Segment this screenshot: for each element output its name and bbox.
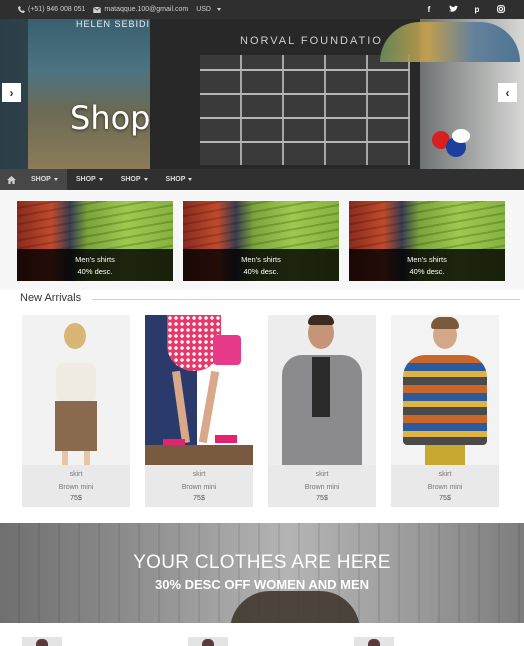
main-nav: SHOP SHOP SHOP SHOP <box>0 169 524 190</box>
nav-item-label: SHOP <box>31 176 51 183</box>
product-category: skirt <box>69 471 83 478</box>
product-category: skirt <box>315 471 329 478</box>
phone-number: (+51) 946 008 051 <box>28 6 86 13</box>
promo-card[interactable]: Men's shirts 40% desc. <box>183 201 339 281</box>
new-arrivals-title: New Arrivals <box>20 292 86 304</box>
twitter-icon[interactable] <box>448 4 458 14</box>
currency-label: USD <box>196 6 211 13</box>
product-price: 75$ <box>316 495 328 502</box>
product-category: skirt <box>192 471 206 478</box>
instagram-icon[interactable] <box>496 4 506 14</box>
envelope-icon <box>93 6 102 13</box>
promo-overlay <box>349 249 505 281</box>
nav-item-shop-3[interactable]: SHOP <box>112 169 157 190</box>
phone-icon <box>18 6 25 13</box>
product-card[interactable]: skirt Brown mini 75$ <box>22 315 130 507</box>
promo-cards: Men's shirts 40% desc. Men's shirts 40% … <box>0 190 524 290</box>
product-card[interactable]: skirt Brown mini 75$ <box>268 315 376 507</box>
section-divider <box>92 299 520 300</box>
promo-image <box>349 201 505 251</box>
promo-card[interactable]: Men's shirts 40% desc. <box>349 201 505 281</box>
hero-title: Shop <box>70 99 151 137</box>
product-price: 75$ <box>193 495 205 502</box>
phone-contact[interactable]: (+51) 946 008 051 <box>18 6 85 13</box>
promo-discount: 40% desc. <box>409 267 445 276</box>
product-image <box>391 315 499 465</box>
product-name: Brown mini <box>181 484 217 491</box>
promo-image <box>17 201 173 251</box>
hero-poster <box>28 19 150 169</box>
slider-prev-button[interactable]: ‹ <box>498 83 517 102</box>
product-name: Brown mini <box>427 484 463 491</box>
social-links: f p <box>424 4 506 14</box>
slider-next-button[interactable]: › <box>2 83 21 102</box>
promo-banner[interactable]: YOUR CLOTHES ARE HERE 30% DESC OFF WOMEN… <box>0 523 524 623</box>
nav-item-label: SHOP <box>165 176 186 183</box>
chevron-down-icon <box>188 178 193 181</box>
promo-discount: 40% desc. <box>243 267 279 276</box>
product-image <box>22 315 130 465</box>
chevron-right-icon: › <box>9 85 14 100</box>
top-bar: (+51) 946 008 051 mataqque.100@gmail.com… <box>0 0 524 19</box>
promo-overlay <box>17 249 173 281</box>
hero-store-shelf <box>200 55 410 165</box>
product-card[interactable]: skirt Brown mini 75$ <box>391 315 499 507</box>
promo-card[interactable]: Men's shirts 40% desc. <box>17 201 173 281</box>
hero-poster-text: HELEN SEBIDI <box>76 19 151 29</box>
promo-discount: 40% desc. <box>77 267 113 276</box>
promo-banner-subline: 30% DESC OFF WOMEN AND MEN <box>154 577 370 592</box>
nav-item-shop-4[interactable]: SHOP <box>157 169 202 190</box>
product-name: Brown mini <box>304 484 340 491</box>
promo-banner-image <box>230 591 360 623</box>
product-card[interactable]: skirt Brown mini 75$ <box>145 315 253 507</box>
nav-item-shop-1[interactable]: SHOP <box>22 169 67 190</box>
product-category: skirt <box>438 471 452 478</box>
product-price: 75$ <box>70 495 82 502</box>
nav-item-label: SHOP <box>120 176 141 183</box>
pinterest-icon[interactable]: p <box>472 4 482 14</box>
promo-title: Men's shirts <box>241 255 281 264</box>
product-thumbnail[interactable] <box>22 637 62 646</box>
chevron-down-icon <box>98 178 103 181</box>
hero-slider: HELEN SEBIDI NORVAL FOUNDATIO Shop › ‹ <box>0 19 524 169</box>
home-icon <box>6 175 16 184</box>
promo-overlay <box>183 249 339 281</box>
hero-umbrella <box>380 22 520 62</box>
nav-item-shop-2[interactable]: SHOP <box>67 169 112 190</box>
promo-title: Men's shirts <box>75 255 115 264</box>
promo-title: Men's shirts <box>407 255 447 264</box>
product-thumbnail[interactable] <box>188 637 228 646</box>
product-thumbnail[interactable] <box>354 637 394 646</box>
currency-selector[interactable]: USD <box>196 6 221 13</box>
chevron-down-icon <box>216 8 221 11</box>
nav-item-label: SHOP <box>75 176 96 183</box>
contact-info: (+51) 946 008 051 mataqque.100@gmail.com… <box>18 6 221 13</box>
facebook-icon[interactable]: f <box>424 4 434 14</box>
chevron-down-icon <box>53 178 58 181</box>
chevron-down-icon <box>143 178 148 181</box>
email-address: mataqque.100@gmail.com <box>104 6 189 13</box>
promo-image <box>183 201 339 251</box>
hero-hat-white <box>452 129 470 143</box>
promo-banner-headline: YOUR CLOTHES ARE HERE <box>133 552 391 573</box>
home-button[interactable] <box>0 169 22 190</box>
product-price: 75$ <box>439 495 451 502</box>
product-image <box>145 315 253 465</box>
hero-wall-text: NORVAL FOUNDATIO <box>240 35 383 47</box>
email-contact[interactable]: mataqque.100@gmail.com <box>93 6 188 13</box>
product-image <box>268 315 376 465</box>
product-name: Brown mini <box>58 484 94 491</box>
chevron-left-icon: ‹ <box>505 85 510 100</box>
